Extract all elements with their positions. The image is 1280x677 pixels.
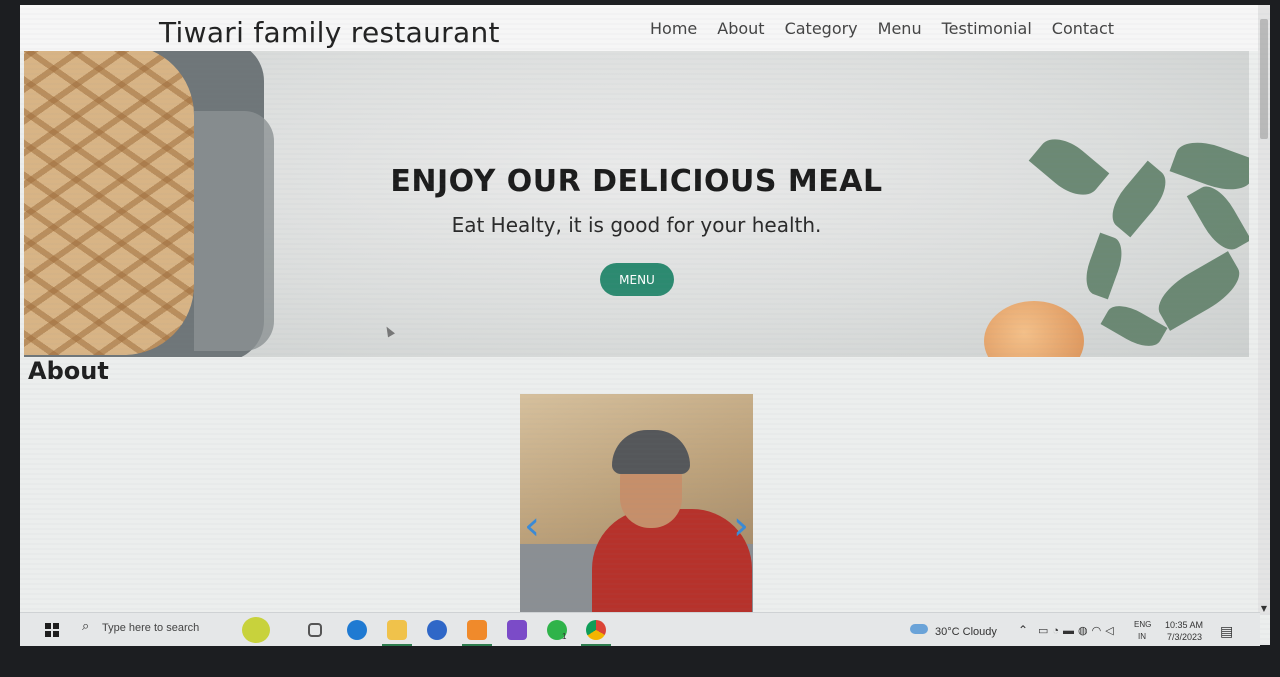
search-icon: ⌕ — [82, 619, 90, 634]
apple-image — [984, 301, 1084, 357]
weather-text[interactable]: 30°C Cloudy — [935, 626, 997, 638]
tray-icons[interactable]: ▭◔▬◍◠◁ — [1038, 624, 1118, 637]
app-icon[interactable] — [427, 620, 447, 640]
nav-link-about[interactable]: About — [717, 19, 764, 38]
language-region[interactable]: IN — [1138, 632, 1146, 641]
task-view-icon[interactable] — [308, 623, 322, 637]
leaf-decoration — [1150, 251, 1248, 331]
hero-banner: ENJOY OUR DELICIOUS MEAL Eat Healty, it … — [24, 51, 1249, 357]
edge-icon[interactable] — [347, 620, 367, 640]
cloud-weather-icon[interactable] — [910, 624, 928, 634]
sublime-icon[interactable] — [467, 620, 487, 640]
chrome-icon[interactable] — [586, 620, 606, 640]
whatsapp-badge: 1 — [562, 632, 567, 641]
nav-link-menu[interactable]: Menu — [878, 19, 922, 38]
browser-viewport: Tiwari family restaurant Home About Cate… — [20, 5, 1270, 645]
about-heading: About — [28, 357, 109, 385]
carousel-next-button[interactable]: › — [733, 506, 749, 546]
language-indicator[interactable]: ENG — [1134, 620, 1151, 629]
clock-date[interactable]: 7/3/2023 — [1167, 632, 1202, 642]
scroll-down-arrow-icon[interactable]: ▼ — [1261, 604, 1267, 613]
about-carousel: ‹ › — [520, 394, 753, 615]
hero-title: ENJOY OUR DELICIOUS MEAL — [390, 164, 883, 199]
lattice-pie-image — [24, 51, 194, 355]
carousel-prev-button[interactable]: ‹ — [524, 506, 540, 546]
tennis-widget-icon[interactable] — [242, 617, 270, 643]
explorer-active-indicator — [382, 644, 412, 646]
leaf-decoration — [1079, 232, 1129, 300]
sublime-active-indicator — [462, 644, 492, 646]
clock-time[interactable]: 10:35 AM — [1165, 620, 1203, 630]
windows-start-icon[interactable] — [45, 623, 59, 637]
nav-link-category[interactable]: Category — [785, 19, 858, 38]
menu-button[interactable]: MENU — [600, 263, 674, 296]
mouse-cursor-icon — [383, 324, 395, 338]
windows-taskbar: ⌕ Type here to search 1 30°C Cloudy ⌃ ▭◔… — [20, 612, 1260, 646]
nav-link-home[interactable]: Home — [650, 19, 697, 38]
site-navbar: Tiwari family restaurant Home About Cate… — [20, 5, 1260, 51]
scrollbar-thumb[interactable] — [1260, 19, 1268, 139]
nav-link-testimonial[interactable]: Testimonial — [942, 19, 1032, 38]
chrome-active-indicator — [581, 644, 611, 646]
file-explorer-icon[interactable] — [387, 620, 407, 640]
tray-chevron-icon[interactable]: ⌃ — [1018, 623, 1028, 637]
notification-icon[interactable]: ▤ — [1220, 623, 1233, 640]
brand-title[interactable]: Tiwari family restaurant — [159, 16, 500, 49]
search-placeholder: Type here to search — [102, 622, 200, 634]
visual-studio-icon[interactable] — [507, 620, 527, 640]
person-eating-photo — [592, 509, 752, 615]
page-scrollbar[interactable]: ▼ — [1258, 5, 1270, 615]
hero-subtitle: Eat Healty, it is good for your health. — [451, 213, 822, 237]
nav-links: Home About Category Menu Testimonial Con… — [650, 19, 1114, 38]
nav-link-contact[interactable]: Contact — [1052, 19, 1114, 38]
